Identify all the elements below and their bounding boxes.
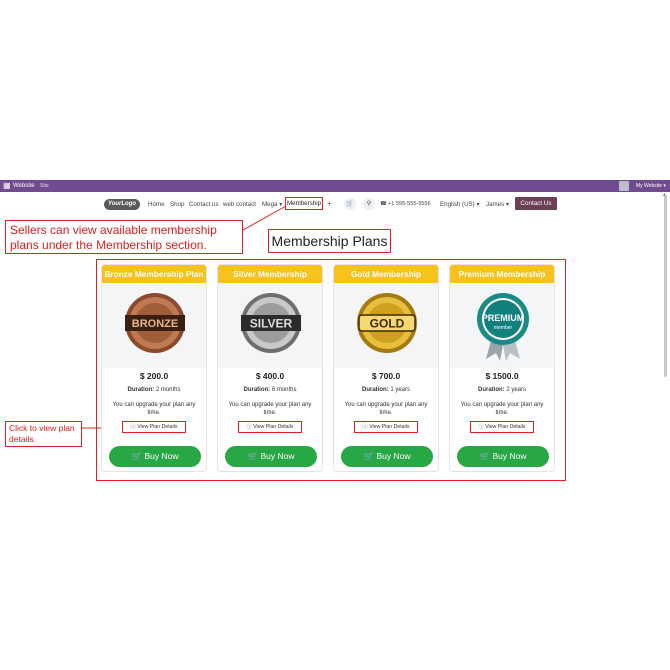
view-plan-details-link[interactable]: ⓘ View Plan Details <box>354 421 418 433</box>
view-plan-details-link[interactable]: ⓘ View Plan Details <box>238 421 302 433</box>
plan-price: $ 1500.0 <box>485 371 519 381</box>
page-title: Membership Plans <box>268 229 391 253</box>
buy-now-button[interactable]: 🛒 Buy Now <box>109 446 201 467</box>
info-icon: ⓘ <box>130 424 136 430</box>
plan-title: Silver Membership <box>218 265 322 283</box>
cart-icon: 🛒 <box>131 451 143 461</box>
gold-badge-icon: GOLD <box>357 293 417 353</box>
plan-card-premium: Premium Membership PREMIUM member $ 1500… <box>449 264 555 472</box>
plan-price: $ 400.0 <box>255 371 285 381</box>
view-plan-details-link[interactable]: ⓘ View Plan Details <box>470 421 534 433</box>
info-icon: ⓘ <box>246 424 252 430</box>
plan-duration: Duration: 6 months <box>243 387 297 393</box>
cart-icon: 🛒 <box>479 451 491 461</box>
plan-duration: Duration: 1 years <box>361 387 411 393</box>
svg-text:member: member <box>494 325 513 331</box>
plan-price: $ 700.0 <box>371 371 401 381</box>
silver-badge-icon: SILVER <box>241 293 301 353</box>
plan-card-gold: Gold Membership GOLD $ 700.0 Duration: 1… <box>333 264 439 472</box>
plan-price: $ 200.0 <box>139 371 169 381</box>
plan-title: Gold Membership <box>334 265 438 283</box>
plan-upgrade-note: You can upgrade your plan any time. <box>460 402 544 416</box>
membership-callout: Sellers can view available membership pl… <box>5 220 243 254</box>
plan-card-silver: Silver Membership SILVER $ 400.0 Duratio… <box>217 264 323 472</box>
bronze-badge-icon: BRONZE <box>125 293 185 353</box>
info-icon: ⓘ <box>362 424 368 430</box>
svg-text:PREMIUM: PREMIUM <box>482 313 525 323</box>
plan-upgrade-note: You can upgrade your plan any time. <box>344 402 428 416</box>
plan-duration: Duration: 2 years <box>477 387 527 393</box>
plan-upgrade-note: You can upgrade your plan any time. <box>112 402 196 416</box>
view-plan-details-link[interactable]: ⓘ View Plan Details <box>122 421 186 433</box>
plan-upgrade-note: You can upgrade your plan any time. <box>228 402 312 416</box>
svg-text:SILVER: SILVER <box>250 317 293 331</box>
svg-text:BRONZE: BRONZE <box>132 318 178 330</box>
buy-now-button[interactable]: 🛒 Buy Now <box>341 446 433 467</box>
plan-image: GOLD <box>334 283 438 368</box>
membership-connector-line <box>242 205 287 231</box>
plan-image: SILVER <box>218 283 322 368</box>
plan-image: BRONZE <box>102 283 206 368</box>
premium-badge-icon: PREMIUM member <box>477 293 529 361</box>
plan-title: Bronze Membership Plan <box>102 265 206 283</box>
cart-icon: 🛒 <box>363 451 375 461</box>
buy-now-button[interactable]: 🛒 Buy Now <box>225 446 317 467</box>
cart-icon: 🛒 <box>247 451 259 461</box>
plan-title: Premium Membership <box>450 265 554 283</box>
plan-image: PREMIUM member <box>450 283 554 368</box>
info-icon: ⓘ <box>478 424 484 430</box>
details-callout: Click to view plan details. <box>5 421 82 447</box>
svg-text:GOLD: GOLD <box>370 317 405 331</box>
plan-duration: Duration: 2 months <box>127 387 181 393</box>
plan-card-bronze: Bronze Membership Plan BRONZE $ 200.0 Du… <box>101 264 207 472</box>
buy-now-button[interactable]: 🛒 Buy Now <box>457 446 549 467</box>
